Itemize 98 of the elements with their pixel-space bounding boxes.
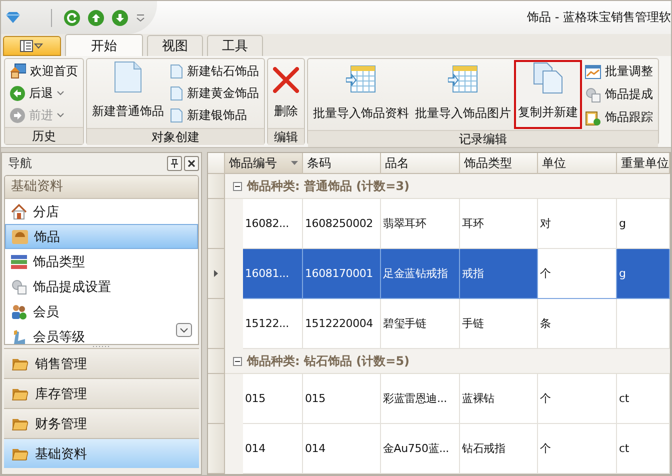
ribbon-button[interactable]: 新建普通饰品 [89,60,167,127]
table-cell[interactable]: 1608170001 [303,249,381,299]
chart-icon [585,64,601,78]
ribbon-button[interactable]: 批量调整 [582,62,656,82]
nav-item[interactable]: 会员 [5,299,198,324]
home-icon [10,63,26,79]
ribbon-tab[interactable]: 视图 [147,35,203,56]
group-label: 对象创建 [87,128,264,145]
group-title: 饰品种类: 钻石饰品 (计数=5) [247,352,410,370]
column-header[interactable]: 饰品编号 [225,153,303,174]
ribbon-button[interactable]: 新建银饰品 [167,106,262,126]
ribbon-button[interactable]: 复制并新建 [514,60,582,129]
table-cell[interactable]: 钻石戒指 [460,424,538,474]
folder-icon [12,416,28,431]
group-label: 编辑 [268,128,304,145]
people-icon [11,304,27,320]
nav-item[interactable]: 会员等级 [5,324,198,344]
diamond-icon [5,12,21,24]
folder-icon [12,446,28,461]
customize-dropdown-icon[interactable] [136,14,145,22]
ribbon-button[interactable]: 饰品提成 [582,84,656,104]
table-cell[interactable]: 014 [303,424,381,474]
group-label: 历史 [5,127,83,144]
group-title: 饰品种类: 普通饰品 (计数=3) [247,178,410,194]
window-title: 饰品 - 蓝格珠宝销售管理软 [527,9,671,26]
table-cell[interactable]: 16081... [243,249,303,299]
table-cell[interactable]: 足金蓝钻戒指 [381,249,460,299]
table-cell[interactable]: ct [617,424,670,474]
nav-item[interactable]: 饰品 [5,224,198,249]
group-header: 基础资料 [5,176,198,199]
nav-item[interactable]: 分店 [5,199,198,224]
column-header[interactable]: 品名 [381,153,460,174]
nav-item[interactable]: 饰品类型 [5,249,198,274]
column-header[interactable]: 重量单位 [617,153,670,174]
table-cell[interactable]: 个 [538,424,617,474]
caret-icon [57,112,64,118]
row-pointer-icon [214,270,218,277]
clipboard-icon [585,110,601,126]
ribbon-tab[interactable]: 工具 [207,35,263,56]
list-menu-icon [20,40,44,52]
row-header [208,153,225,174]
document-icon [170,108,183,124]
close-button[interactable] [184,156,199,170]
column-header[interactable]: 饰品类型 [460,153,538,174]
document-icon [170,64,183,79]
table-cell[interactable]: 014 [243,424,303,474]
ribbon-button[interactable]: 后退 [7,83,81,103]
document-icon [114,61,142,93]
nav-item[interactable]: 饰品提成设置 [5,274,198,299]
document-icon [170,86,183,101]
ribbon-button[interactable]: 饰品跟踪 [582,108,656,128]
panel-title: 导航 [8,154,33,172]
refresh-icon[interactable] [64,10,80,26]
ribbon-button[interactable]: 删除 [270,60,302,127]
box-icon [12,228,28,244]
table-cell[interactable]: g [617,249,670,299]
nav-section-button[interactable]: 财务管理 [4,408,199,438]
folder-icon [12,386,28,401]
delete-icon [273,67,299,93]
table-cell[interactable]: 015 [243,374,303,424]
stacked-layers-icon [11,254,27,270]
chevron-down-icon [180,328,188,332]
table-cell[interactable]: 个 [538,249,617,299]
ribbon-button[interactable]: 新建钻石饰品 [167,61,262,82]
table-cell[interactable]: 个 [538,374,617,424]
sort-arrow-icon [291,161,298,165]
house-icon [11,204,27,220]
scroll-down-button[interactable] [176,323,192,337]
nav-section-button[interactable]: 销售管理 [4,348,199,378]
collapse-icon[interactable] [233,356,242,366]
nav-section-button[interactable]: 库存管理 [4,378,199,408]
group-indent [225,424,243,474]
group-label: 记录编辑 [308,130,658,147]
table-cell[interactable]: 戒指 [460,249,538,299]
table-cell[interactable]: 015 [303,374,381,424]
folder-icon [12,356,28,371]
table-cell[interactable]: 蓝裸钻 [460,374,538,424]
column-header[interactable]: 条码 [303,153,381,174]
column-header[interactable]: 单位 [538,153,617,174]
ribbon-button[interactable]: 新建黄金饰品 [167,83,262,104]
table-import-icon [346,65,376,95]
app-menu-button[interactable] [3,36,61,56]
table-cell[interactable]: ct [617,374,670,424]
pin-button[interactable] [167,156,182,170]
table-cell[interactable]: 彩蓝雷恩迪... [381,374,460,424]
ribbon-button[interactable]: 批量导入饰品图片 [412,60,514,129]
close-icon [188,160,195,166]
nav-section-button[interactable]: 基础资料 [4,438,199,468]
copy-documents-icon [533,62,563,94]
splitter-grip-icon [92,345,112,348]
pin-icon [171,158,178,168]
collapse-icon[interactable] [233,182,242,190]
ribbon-button[interactable]: 欢迎首页 [7,61,81,81]
caret-icon [57,90,64,96]
ribbon-button[interactable]: 批量导入饰品资料 [310,60,412,129]
table-cell[interactable]: 金Au750蓝... [381,424,460,474]
table-import-icon [448,65,478,95]
ribbon-tab[interactable]: 开始 [65,34,143,56]
